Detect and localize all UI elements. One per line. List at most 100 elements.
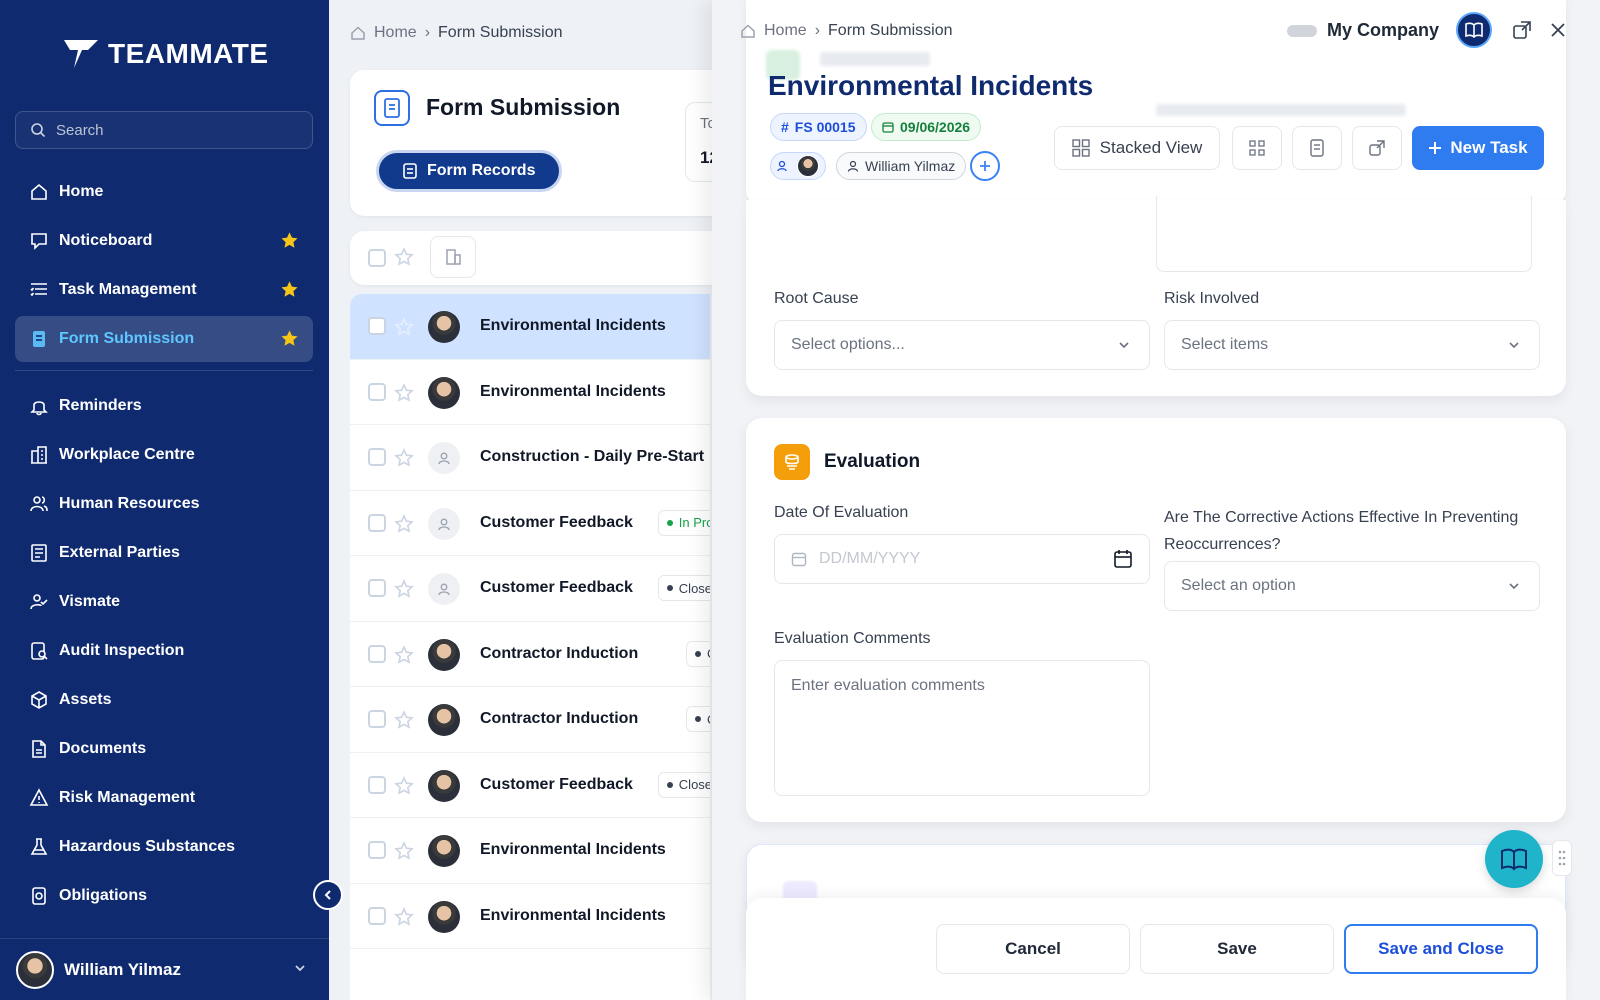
sidebar-nav: Home Noticeboard Task Management Form Submi… [15, 169, 313, 922]
star-icon[interactable] [394, 579, 414, 599]
drag-handle-icon[interactable] [1552, 840, 1572, 876]
star-icon[interactable] [394, 775, 414, 796]
sidebar-item-task-management[interactable]: Task Management [15, 267, 313, 313]
sidebar-item-external-parties[interactable]: External Parties [15, 530, 313, 576]
sidebar-item-hazardous-substances[interactable]: Hazardous Substances [15, 824, 313, 870]
search-placeholder: Search [56, 121, 104, 139]
row-checkbox[interactable] [368, 513, 386, 532]
row-checkbox[interactable] [368, 317, 386, 336]
star-icon[interactable] [394, 841, 414, 861]
save-label: Save [1217, 939, 1257, 958]
user-icon [847, 160, 859, 172]
evaluation-comments-textarea[interactable]: Enter evaluation comments [774, 660, 1150, 796]
save-and-close-button[interactable]: Save and Close [1344, 924, 1538, 974]
brand-logo[interactable]: TEAMMATE [64, 38, 269, 70]
star-icon[interactable] [394, 513, 414, 534]
risk-involved-label: Risk Involved [1164, 290, 1260, 307]
corrective-actions-textarea[interactable] [1156, 198, 1532, 272]
sidebar-item-home[interactable]: Home [15, 169, 313, 215]
star-icon[interactable] [280, 231, 299, 250]
sidebar-item-label: Vismate [59, 593, 121, 610]
sidebar-search[interactable]: Search [15, 111, 313, 149]
collapse-sidebar-button[interactable] [313, 880, 343, 910]
sidebar-item-assets[interactable]: Assets [15, 677, 313, 723]
qr-code-button[interactable] [1232, 126, 1282, 170]
table-row[interactable]: Customer Feedback In Prog [350, 491, 710, 556]
star-icon[interactable] [394, 906, 414, 927]
form-records-button[interactable]: Form Records [376, 150, 563, 192]
help-guide-button[interactable] [1485, 830, 1543, 888]
table-row[interactable]: Environmental IncidentsCl [350, 884, 710, 949]
tasks-icon [30, 283, 47, 297]
table-row[interactable]: Contractor Induction Close [350, 622, 710, 687]
root-cause-select[interactable]: Select options... [774, 320, 1150, 370]
guide-button[interactable] [1456, 12, 1492, 48]
table-row[interactable]: Environmental IncidentsCl [350, 818, 710, 884]
star-icon[interactable] [394, 382, 414, 403]
sidebar-item-audit-inspection[interactable]: Audit Inspection [15, 628, 313, 674]
sidebar-user[interactable]: William Yilmaz [0, 938, 329, 1000]
new-task-button[interactable]: New Task [1412, 126, 1544, 170]
sidebar-item-reminders[interactable]: Reminders [15, 383, 313, 429]
stacked-view-button[interactable]: Stacked View [1054, 126, 1220, 170]
row-checkbox[interactable] [368, 906, 386, 925]
row-checkbox[interactable] [368, 644, 386, 663]
close-icon[interactable] [1548, 20, 1568, 40]
row-checkbox[interactable] [368, 841, 386, 860]
export-pdf-button[interactable] [1292, 126, 1342, 170]
sidebar-item-workplace-centre[interactable]: Workplace Centre [15, 432, 313, 478]
row-checkbox[interactable] [368, 775, 386, 794]
breadcrumb-home[interactable]: Home [374, 24, 417, 42]
chevron-down-icon [295, 965, 305, 972]
status-label: Close [707, 712, 710, 727]
sidebar-item-noticeboard[interactable]: Noticeboard [15, 218, 313, 264]
star-icon[interactable] [280, 280, 299, 299]
record-name: Customer Feedback [480, 579, 633, 597]
table-row[interactable]: Construction - Daily Pre-Start [350, 425, 710, 491]
avatar [428, 442, 460, 474]
add-collaborator-button[interactable] [970, 151, 1000, 181]
cancel-button[interactable]: Cancel [936, 924, 1130, 974]
open-external-icon[interactable] [1512, 20, 1532, 40]
row-checkbox[interactable] [368, 579, 386, 598]
avatar [428, 507, 460, 540]
star-icon[interactable] [394, 448, 414, 468]
table-row[interactable]: Contractor Induction Close [350, 687, 710, 753]
row-checkbox[interactable] [368, 448, 386, 467]
risk-involved-select[interactable]: Select items [1164, 320, 1540, 370]
calendar-picker-icon[interactable] [1113, 549, 1133, 569]
company-name: My Company [1327, 20, 1440, 40]
date-of-evaluation-input[interactable]: DD/MM/YYYY [774, 534, 1150, 584]
company-switcher[interactable]: My Company [1287, 20, 1439, 41]
share-button[interactable] [1352, 126, 1402, 170]
new-task-label: New Task [1450, 138, 1528, 157]
form-icon [33, 331, 45, 347]
star-icon[interactable] [394, 247, 414, 267]
status-badge: Close [686, 706, 710, 733]
breadcrumb-home[interactable]: Home [764, 22, 807, 40]
sidebar-item-human-resources[interactable]: Human Resources [15, 481, 313, 527]
sidebar-item-documents[interactable]: Documents [15, 726, 313, 772]
collaborators-tag[interactable] [770, 152, 826, 180]
save-button[interactable]: Save [1140, 924, 1334, 974]
row-checkbox[interactable] [368, 382, 386, 401]
table-row[interactable]: Environmental IncidentsIn [350, 360, 710, 425]
table-row[interactable]: Customer Feedback Closed [350, 556, 710, 622]
sidebar-item-label: Task Management [59, 281, 197, 298]
table-row[interactable]: Environmental IncidentsIn [350, 294, 710, 360]
sidebar-item-form-submission[interactable]: Form Submission [15, 316, 313, 362]
star-icon[interactable] [280, 329, 299, 348]
assignee-tag[interactable]: William Yilmaz [836, 152, 967, 180]
corrective-effective-select[interactable]: Select an option [1164, 561, 1540, 611]
group-by-button[interactable] [430, 236, 476, 278]
star-icon[interactable] [394, 644, 414, 665]
users-icon [777, 160, 787, 172]
table-row[interactable]: Customer Feedback Closed [350, 753, 710, 818]
star-icon[interactable] [394, 710, 414, 730]
sidebar-item-risk-management[interactable]: Risk Management [15, 775, 313, 821]
row-checkbox[interactable] [368, 710, 386, 729]
star-icon[interactable] [394, 317, 414, 337]
select-all-checkbox[interactable] [368, 249, 386, 267]
sidebar-item-obligations[interactable]: Obligations [15, 873, 313, 919]
sidebar-item-vismate[interactable]: Vismate [15, 579, 313, 625]
